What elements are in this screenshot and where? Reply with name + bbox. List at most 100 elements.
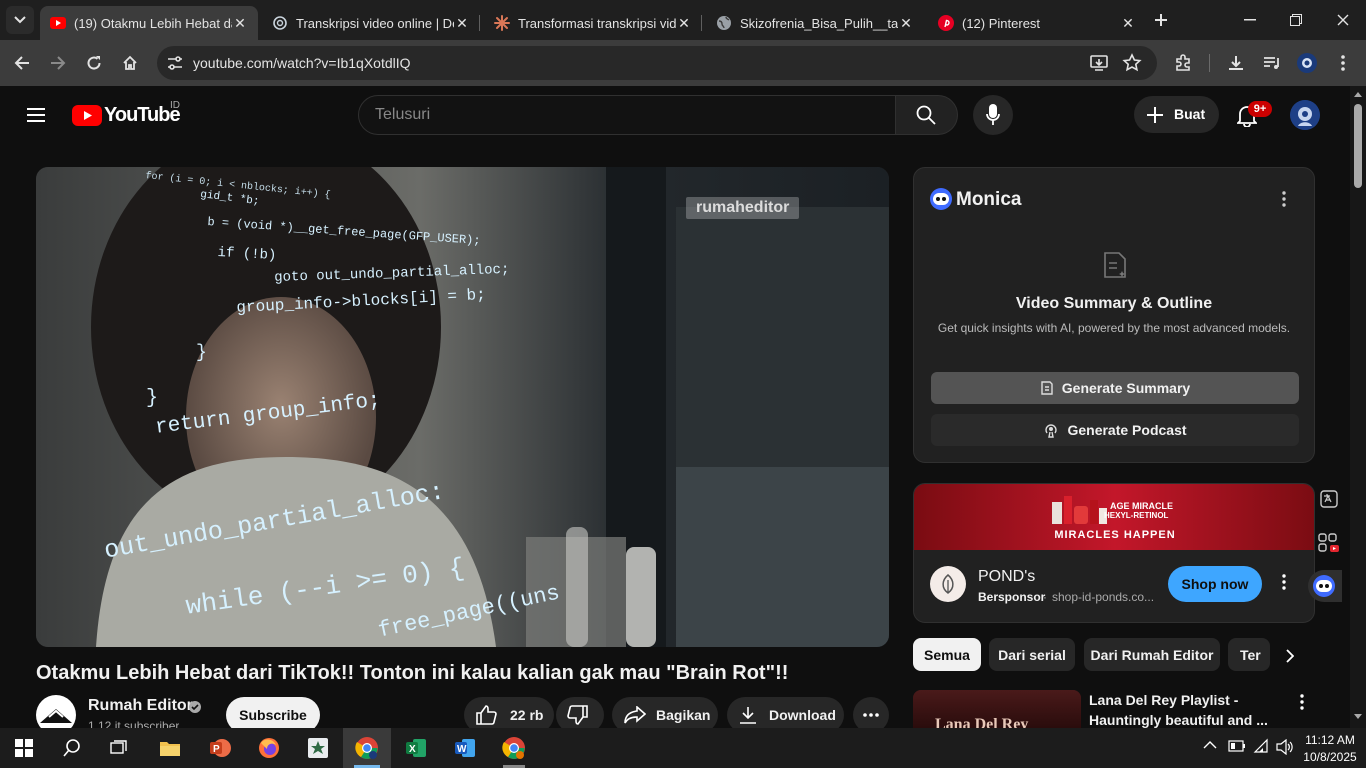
restore-button[interactable] — [1282, 6, 1310, 34]
taskbar-app-star[interactable] — [294, 728, 342, 768]
recommendation-menu-button[interactable] — [1300, 694, 1304, 710]
monica-launcher-button[interactable] — [1308, 570, 1342, 602]
advertiser-name: POND's — [978, 568, 1036, 585]
shop-now-button[interactable]: Shop now — [1168, 566, 1262, 602]
ad-menu-button[interactable] — [1282, 574, 1286, 590]
video-player[interactable]: rumaheditor for (i = 0; i < nblocks; i++… — [36, 167, 889, 647]
site-info-icon[interactable] — [163, 51, 187, 75]
generate-summary-button[interactable]: Generate Summary — [931, 372, 1299, 404]
voice-search-button[interactable] — [973, 95, 1013, 135]
profile-button[interactable] — [1293, 49, 1321, 77]
channel-name[interactable]: Rumah Editor — [88, 697, 193, 715]
url-text[interactable]: youtube.com/watch?v=Ib1qXotdlIQ — [193, 55, 411, 71]
tab-separator — [701, 15, 702, 31]
tab-pinterest[interactable]: (12) Pinterest ✕ — [928, 6, 1146, 40]
battery-icon[interactable] — [1228, 740, 1246, 752]
reload-button[interactable] — [80, 49, 108, 77]
more-vert-icon — [1300, 694, 1304, 710]
downloads-button[interactable] — [1222, 49, 1250, 77]
taskbar-chrome-profile[interactable] — [490, 728, 538, 768]
ad-domain: shop-id-ponds.co... — [1052, 590, 1155, 604]
tab-search-button[interactable] — [6, 6, 34, 34]
start-button[interactable] — [0, 728, 48, 768]
monica-panel: Monica Video Summary & Outline Get quick… — [913, 167, 1315, 463]
taskbar-firefox[interactable] — [245, 728, 293, 768]
home-button[interactable] — [116, 49, 144, 77]
star-app-icon — [308, 738, 328, 758]
home-icon — [123, 55, 137, 70]
ad-banner[interactable]: AGE MIRACLE HEXYL-RETINOL MIRACLES HAPPE… — [914, 484, 1314, 550]
taskbar-chrome-active[interactable] — [343, 728, 391, 768]
taskbar-excel[interactable]: X — [392, 728, 440, 768]
monica-apps-button[interactable] — [1314, 530, 1344, 556]
notification-badge: 9+ — [1248, 101, 1272, 117]
tab-transkripsi[interactable]: Transkripsi video online | Des ✕ — [262, 6, 480, 40]
tab-transformasi[interactable]: Transformasi transkripsi vide ✕ — [484, 6, 702, 40]
monica-menu-button[interactable] — [1276, 188, 1292, 210]
clock-date[interactable]: 10/8/2025 — [1300, 750, 1360, 764]
scroll-down-icon[interactable] — [1354, 714, 1362, 720]
close-icon[interactable]: ✕ — [232, 15, 248, 31]
recommendation-title[interactable]: Lana Del Rey Playlist - Hauntingly beaut… — [1089, 690, 1279, 728]
sponsored-ad[interactable]: AGE MIRACLE HEXYL-RETINOL MIRACLES HAPPE… — [913, 483, 1315, 623]
create-button[interactable]: Buat — [1134, 96, 1219, 133]
taskbar-file-explorer[interactable] — [146, 728, 194, 768]
close-icon[interactable]: ✕ — [1120, 15, 1136, 31]
search-input[interactable] — [375, 104, 875, 126]
close-icon[interactable]: ✕ — [898, 15, 914, 31]
generate-podcast-label: Generate Podcast — [1067, 422, 1187, 438]
youtube-logo[interactable]: YouTube — [72, 103, 181, 127]
close-icon[interactable]: ✕ — [454, 15, 470, 31]
taskbar-search-button[interactable] — [48, 728, 96, 768]
more-vert-icon — [1341, 55, 1345, 71]
clock-time[interactable]: 11:12 AM — [1300, 733, 1360, 747]
back-button[interactable] — [8, 49, 36, 77]
extensions-button[interactable] — [1169, 49, 1197, 77]
chrome-menu-button[interactable] — [1329, 49, 1357, 77]
install-app-icon[interactable] — [1089, 53, 1109, 73]
more-vert-icon — [1282, 191, 1286, 207]
chips-next-button[interactable] — [1280, 646, 1300, 666]
chip-from-series[interactable]: Dari serial — [989, 638, 1075, 671]
svg-text:P: P — [213, 744, 220, 755]
new-tab-button[interactable] — [1147, 6, 1175, 34]
guide-menu-button[interactable] — [24, 103, 48, 127]
account-avatar[interactable] — [1290, 100, 1320, 130]
arrow-right-icon — [51, 56, 66, 70]
generate-podcast-button[interactable]: Generate Podcast — [931, 414, 1299, 446]
volume-icon[interactable] — [1276, 739, 1294, 755]
arrow-left-icon — [14, 56, 29, 70]
page-scrollbar[interactable] — [1350, 86, 1366, 728]
close-icon[interactable]: ✕ — [676, 15, 692, 31]
wifi-icon[interactable] — [1253, 738, 1271, 754]
taskbar-word[interactable]: W — [441, 728, 489, 768]
tab-skizofrenia[interactable]: Skizofrenia_Bisa_Pulih__tapi_ ✕ — [706, 6, 924, 40]
search-box[interactable] — [358, 95, 896, 135]
minimize-button[interactable] — [1236, 6, 1264, 34]
tab-title: (12) Pinterest — [962, 15, 1041, 31]
close-icon — [1337, 14, 1349, 26]
task-view-button[interactable] — [96, 728, 144, 768]
taskbar-powerpoint[interactable]: P — [196, 728, 244, 768]
search-button[interactable] — [895, 95, 958, 135]
chip-all[interactable]: Semua — [913, 638, 981, 671]
tab-youtube[interactable]: (19) Otakmu Lebih Hebat da ✕ — [40, 6, 258, 40]
scroll-up-icon[interactable] — [1354, 91, 1362, 97]
chip-related[interactable]: Ter — [1228, 638, 1270, 671]
address-bar[interactable]: youtube.com/watch?v=Ib1qXotdlIQ — [157, 46, 1157, 80]
window-close-button[interactable] — [1329, 6, 1357, 34]
chevron-right-icon — [1286, 649, 1294, 663]
search-icon — [63, 739, 80, 757]
plus-icon — [1147, 107, 1163, 123]
chip-from-channel[interactable]: Dari Rumah Editor — [1084, 638, 1220, 671]
summary-icon — [1041, 381, 1053, 395]
bookmark-star-icon[interactable] — [1122, 53, 1142, 73]
forward-button[interactable] — [44, 49, 72, 77]
show-hidden-icons-button[interactable] — [1203, 740, 1217, 750]
media-controls-button[interactable] — [1258, 49, 1286, 77]
monica-translate-button[interactable] — [1314, 486, 1344, 512]
scrollbar-thumb[interactable] — [1354, 104, 1362, 188]
chevron-down-icon — [14, 16, 26, 24]
recommendation-thumbnail[interactable]: Lana Del Rey — [913, 690, 1081, 728]
more-vert-icon — [1282, 574, 1286, 590]
